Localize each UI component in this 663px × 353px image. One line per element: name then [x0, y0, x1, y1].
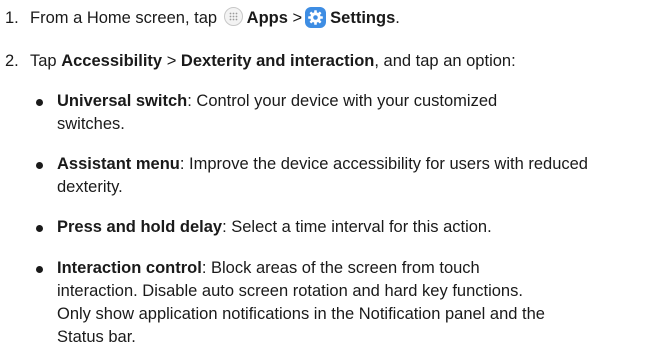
step-number: 2.: [5, 52, 19, 70]
option-text: Interaction control: Block areas of the …: [57, 257, 561, 349]
option-term: Assistant menu: [57, 155, 180, 173]
option-term: Interaction control: [57, 259, 202, 277]
step-suffix: .: [395, 9, 400, 27]
instructions-document: 1. From a Home screen, tap Apps > Setting…: [0, 0, 663, 353]
step-text: Tap Accessibility > Dexterity and intera…: [30, 50, 516, 73]
apps-grid-icon: [223, 7, 243, 26]
dexterity-label: Dexterity and interaction: [180, 52, 375, 70]
option-term: Press and hold delay: [57, 218, 223, 236]
step-prefix: Tap: [30, 52, 57, 70]
step-number: 1.: [5, 9, 19, 27]
step-suffix: , and tap an option:: [374, 52, 516, 70]
settings-label: Settings: [330, 9, 396, 27]
option-desc: : Select a time interval for this action…: [222, 218, 492, 236]
step-text: From a Home screen, tap Apps > Settings.: [30, 7, 400, 30]
settings-gear-icon: [305, 7, 327, 28]
bullet-icon: [36, 162, 43, 169]
option-term: Universal switch: [57, 92, 188, 110]
accessibility-label: Accessibility: [61, 52, 163, 70]
path-separator: >: [166, 52, 177, 70]
apps-label: Apps: [246, 9, 288, 27]
path-separator: >: [292, 9, 303, 27]
option-text: Universal switch: Control your device wi…: [57, 90, 557, 136]
option-text: Assistant menu: Improve the device acces…: [57, 153, 647, 199]
bullet-icon: [36, 225, 43, 232]
bullet-icon: [36, 266, 43, 273]
bullet-icon: [36, 99, 43, 106]
option-text: Press and hold delay: Select a time inte…: [57, 216, 647, 239]
step-prefix: From a Home screen, tap: [30, 9, 218, 27]
